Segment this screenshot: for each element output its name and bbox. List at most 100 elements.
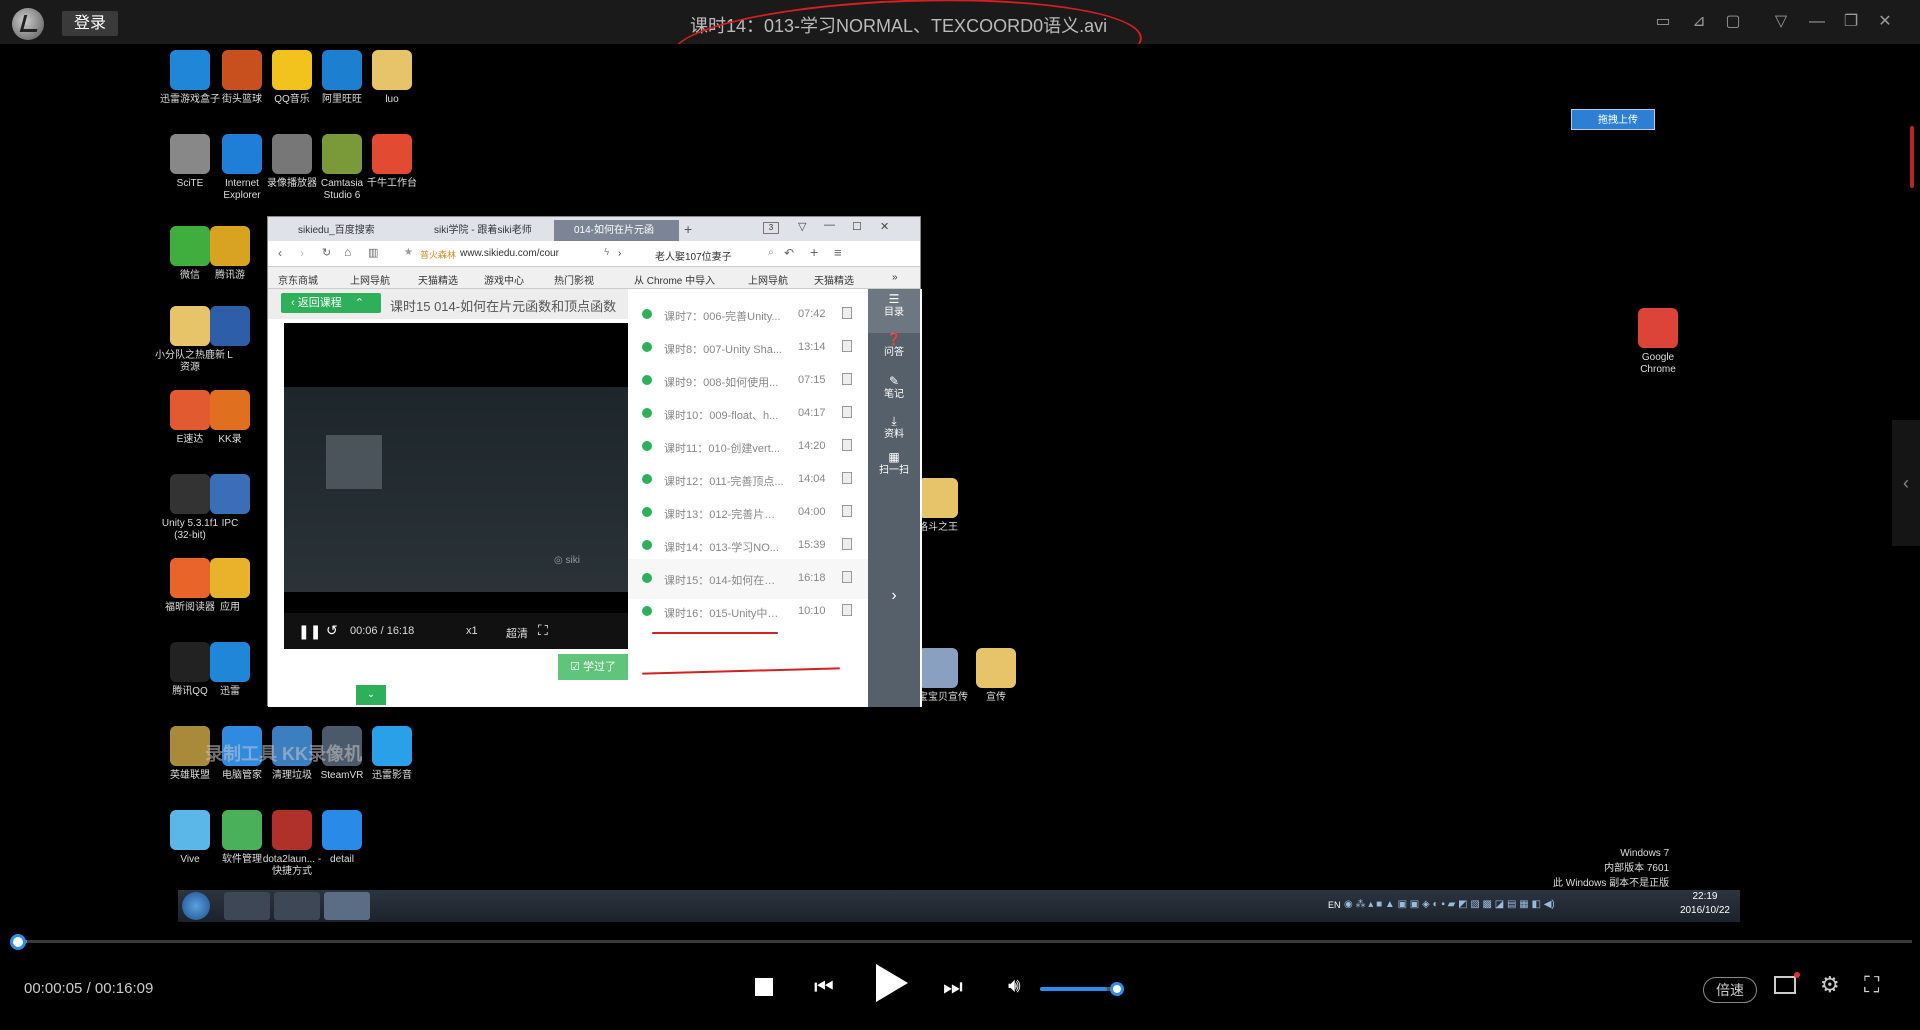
bookmark[interactable]: 天猫精选 (418, 272, 458, 287)
desktop-icon[interactable]: 宣传 (961, 648, 1031, 704)
volume-slider[interactable] (1040, 987, 1116, 991)
browser-tab[interactable]: siki学院 - 跟着siki老师 (414, 220, 549, 241)
next-icon[interactable]: ⏭ (943, 974, 963, 1000)
desktop-icon[interactable]: Google Chrome (1623, 308, 1693, 376)
start-button-icon[interactable] (182, 892, 210, 920)
bookmark[interactable]: 天猫精选 (814, 272, 854, 287)
nav-catalog[interactable]: ☰ 目录 (868, 293, 920, 319)
browser-maximize-icon[interactable]: ☐ (852, 220, 862, 233)
bookmark[interactable]: 从 Chrome 中导入 (634, 272, 715, 287)
more-bookmarks-icon[interactable]: » (892, 272, 898, 283)
browser-pin-icon[interactable]: ▽ (798, 220, 806, 233)
record-icon[interactable] (1774, 976, 1796, 994)
menu-icon[interactable]: ≡ (834, 245, 842, 260)
browser-tab[interactable]: sikiedu_百度搜索 (278, 220, 408, 241)
bookmark[interactable]: 上网导航 (350, 272, 390, 287)
nav-qa[interactable]: ❓ 问答 (868, 333, 920, 359)
login-button[interactable]: 登录 (62, 11, 118, 36)
desktop-icon[interactable]: luo (357, 50, 427, 106)
tray-clock[interactable]: 22:19 2016/10/22 (1680, 890, 1730, 918)
url-text[interactable]: www.sikiedu.com/cour (460, 248, 559, 259)
embedded-video[interactable]: ◎ siki (284, 323, 628, 613)
refresh-icon[interactable]: ↻ (322, 246, 331, 259)
fullscreen-icon[interactable]: ⛶ (1864, 972, 1879, 998)
search-text[interactable]: 老人娶107位妻子 (655, 248, 732, 263)
progress-handle[interactable] (10, 934, 26, 950)
back-to-course-button[interactable]: ‹ 返回课程 ⌃ (281, 293, 381, 313)
minimize-icon[interactable]: — (1806, 12, 1828, 32)
reader-icon[interactable]: ▥ (368, 246, 378, 259)
lesson-doc-icon[interactable] (842, 406, 852, 418)
play-icon[interactable] (876, 964, 908, 1002)
browser-minimize-icon[interactable]: — (824, 219, 835, 231)
video-frame[interactable]: 拖拽上传 迅雷游戏盒子 街头篮球 QQ音乐 阿里旺旺 luo SciTE Internet … (0, 44, 1920, 934)
collapse-up-icon[interactable]: ⌃ (355, 297, 364, 309)
bookmark[interactable]: 上网导航 (748, 272, 788, 287)
taskbar-browser-icon[interactable] (324, 892, 370, 920)
search-icon[interactable]: ⌕ (768, 247, 774, 258)
taskbar-recorder-icon[interactable] (274, 892, 320, 920)
side-panel-toggle-icon[interactable]: ‹ (1892, 420, 1920, 546)
taskbar-explorer-icon[interactable] (224, 892, 270, 920)
undo-icon[interactable]: ↶ (784, 246, 794, 260)
volume-handle[interactable] (1110, 982, 1124, 996)
menu-dropdown-icon[interactable]: ▽ (1770, 12, 1792, 32)
replay-icon[interactable]: ↺ (326, 622, 338, 639)
speed-button[interactable]: 倍速 (1703, 977, 1757, 1003)
embedded-speed[interactable]: x1 (466, 625, 478, 637)
lesson-doc-icon[interactable] (842, 340, 852, 352)
pause-icon[interactable]: ❚❚ (298, 623, 321, 640)
embedded-fullscreen-icon[interactable]: ⛶ (538, 622, 548, 639)
star-icon[interactable]: ★ (404, 247, 413, 258)
lightning-icon[interactable]: ϟ (604, 247, 609, 258)
nav-expand-icon[interactable]: › (868, 588, 920, 604)
nav-resources[interactable]: ⤓ 资料 (868, 415, 920, 441)
lesson-doc-icon[interactable] (842, 307, 852, 319)
mini-mode-icon[interactable]: ▭ (1652, 12, 1674, 32)
previous-icon[interactable]: ⏮ (814, 974, 834, 1000)
add-icon[interactable]: + (810, 244, 818, 260)
desktop-icon[interactable]: 迅雷 (195, 642, 265, 698)
restore-icon[interactable]: ❐ (1840, 12, 1862, 32)
nav-notes[interactable]: ✎ 笔记 (868, 375, 920, 401)
desktop-icon[interactable]: 迅雷影音 (357, 726, 427, 782)
nav-scan[interactable]: ▦ 扫一扫 (868, 451, 920, 477)
desktop-icon[interactable]: L (195, 306, 265, 362)
bookmark[interactable]: 京东商城 (278, 272, 318, 287)
desktop-icon[interactable]: IPC (195, 474, 265, 530)
embedded-quality[interactable]: 超清 (506, 625, 528, 641)
volume-icon[interactable]: 🔊︎ (1008, 975, 1021, 998)
new-tab-icon[interactable]: + (684, 221, 692, 237)
forward-icon[interactable]: › (300, 246, 304, 260)
settings-gear-icon[interactable]: ⚙ (1820, 972, 1840, 998)
lesson-item[interactable]: 课时16：015-Unity中的... 10:10 (628, 592, 868, 632)
stop-icon[interactable] (755, 978, 773, 996)
home-icon[interactable]: ⌂ (344, 245, 351, 259)
desktop-icon[interactable]: 应用 (195, 558, 265, 614)
desktop-icon[interactable]: detail (307, 810, 377, 866)
lesson-doc-icon[interactable] (842, 538, 852, 550)
bookmark[interactable]: 热门影视 (554, 272, 594, 287)
expand-down-icon[interactable]: ⌄ (356, 685, 386, 705)
tray-lang[interactable]: EN (1328, 900, 1341, 910)
studied-button[interactable]: ☑ 学过了 (558, 654, 628, 680)
desktop-icon[interactable]: KK录 (195, 390, 265, 446)
browser-close-icon[interactable]: ✕ (880, 220, 889, 233)
lesson-doc-icon[interactable] (842, 472, 852, 484)
desktop-icon[interactable]: 千牛工作台 (357, 134, 427, 190)
back-icon[interactable]: ‹ (278, 246, 282, 260)
lesson-doc-icon[interactable] (842, 505, 852, 517)
tray-icons[interactable]: ◉ ⁂ ▴ ■ ▲ ▣ ▣ ◈ ◐ ▪ ▰ ◩ ▧ ▩ ◪ ▤ ▦ ◧ ◀) (1344, 899, 1555, 910)
pin-icon[interactable]: ⊿ (1688, 12, 1710, 32)
bookmark[interactable]: 游戏中心 (484, 272, 524, 287)
progress-bar[interactable] (18, 940, 1912, 943)
open-folder-icon[interactable]: ▢ (1722, 12, 1744, 32)
desktop-icon[interactable]: 腾讯游 (195, 226, 265, 282)
lesson-doc-icon[interactable] (842, 439, 852, 451)
close-icon[interactable]: ✕ (1874, 12, 1896, 32)
tab-counter[interactable]: 3 (763, 222, 779, 234)
browser-tab-active[interactable]: 014-如何在片元函 (554, 220, 679, 241)
lesson-doc-icon[interactable] (842, 571, 852, 583)
lesson-doc-icon[interactable] (842, 604, 852, 616)
lesson-doc-icon[interactable] (842, 373, 852, 385)
